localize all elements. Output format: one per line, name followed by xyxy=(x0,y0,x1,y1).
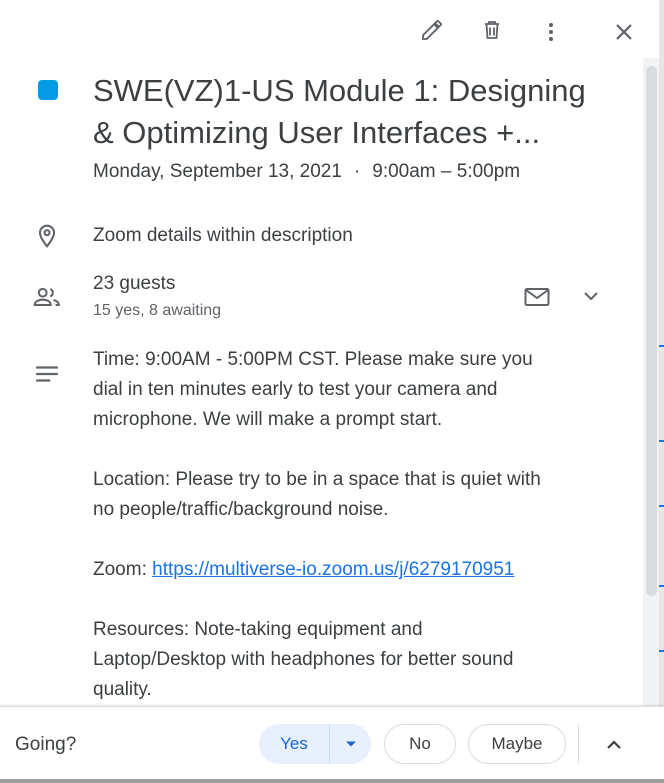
rsvp-yes-button[interactable]: Yes xyxy=(259,724,329,764)
more-vert-icon xyxy=(549,23,553,41)
zoom-line: Zoom: https://multiverse-io.zoom.us/j/62… xyxy=(93,555,633,585)
background-window-edge xyxy=(659,0,664,783)
zoom-link[interactable]: https://multiverse-io.zoom.us/j/62791709… xyxy=(152,559,514,580)
event-date: Monday, September 13, 2021 xyxy=(93,161,342,182)
going-label: Going? xyxy=(15,734,77,755)
event-title-line-2: & Optimizing User Interfaces +... xyxy=(93,115,541,150)
footer-divider xyxy=(578,725,579,763)
description-line: Time: 9:00AM - 5:00PM CST. Please make s… xyxy=(93,349,533,370)
event-time: 9:00am – 5:00pm xyxy=(372,161,521,182)
email-guests-button[interactable] xyxy=(517,277,557,317)
pencil-icon xyxy=(422,20,442,40)
rsvp-yes-group: Yes xyxy=(259,724,371,764)
caret-down-icon xyxy=(345,741,356,747)
calendar-color-swatch xyxy=(38,80,58,100)
description-line: Resources: Note-taking equipment and xyxy=(93,619,423,640)
event-datetime: Monday, September 13, 2021 · 9:00am – 5:00… xyxy=(93,159,520,185)
chevron-up-icon xyxy=(607,740,621,749)
description-line: no people/traffic/background noise. xyxy=(93,499,389,520)
edit-button[interactable] xyxy=(412,10,452,50)
event-description: Time: 9:00AM - 5:00PM CST. Please make s… xyxy=(93,345,633,705)
event-title-line-1: SWE(VZ)1-US Module 1: Designing xyxy=(93,73,586,108)
more-options-button[interactable] xyxy=(531,12,571,52)
datetime-separator: · xyxy=(353,161,361,182)
close-icon xyxy=(616,24,632,40)
collapse-button[interactable] xyxy=(596,727,632,763)
rsvp-no-button[interactable]: No xyxy=(384,724,456,764)
chevron-down-icon xyxy=(584,292,598,301)
rsvp-bar: Going? Yes No Maybe xyxy=(0,706,664,783)
notes-icon xyxy=(30,357,64,391)
delete-button[interactable] xyxy=(472,10,512,50)
guest-count[interactable]: 23 guests xyxy=(93,271,175,297)
location-text: Zoom details within description xyxy=(93,225,353,246)
zoom-label: Zoom: xyxy=(93,559,153,580)
background-taskbar-edge xyxy=(0,779,664,783)
mail-icon xyxy=(524,288,550,306)
rsvp-maybe-button[interactable]: Maybe xyxy=(468,724,566,764)
event-title: SWE(VZ)1-US Module 1: Designing & Optimi… xyxy=(93,70,623,154)
scrollbar-thumb[interactable] xyxy=(646,66,657,596)
trash-icon xyxy=(485,21,499,39)
people-icon xyxy=(30,280,64,314)
location-pin-icon xyxy=(30,219,64,253)
description-line: dial in ten minutes early to test your c… xyxy=(93,379,498,400)
guest-response-summary: 15 yes, 8 awaiting xyxy=(93,302,222,319)
rsvp-options-dropdown[interactable] xyxy=(330,724,371,764)
description-line: Laptop/Desktop with headphones for bette… xyxy=(93,649,514,670)
event-details-panel: SWE(VZ)1-US Module 1: Designing & Optimi… xyxy=(0,0,664,783)
expand-guests-button[interactable] xyxy=(571,276,611,316)
close-button[interactable] xyxy=(604,12,644,52)
description-line: Location: Please try to be in a space th… xyxy=(93,469,541,490)
description-line: quality. xyxy=(93,679,152,700)
description-line: microphone. We will make a prompt start. xyxy=(93,409,443,430)
